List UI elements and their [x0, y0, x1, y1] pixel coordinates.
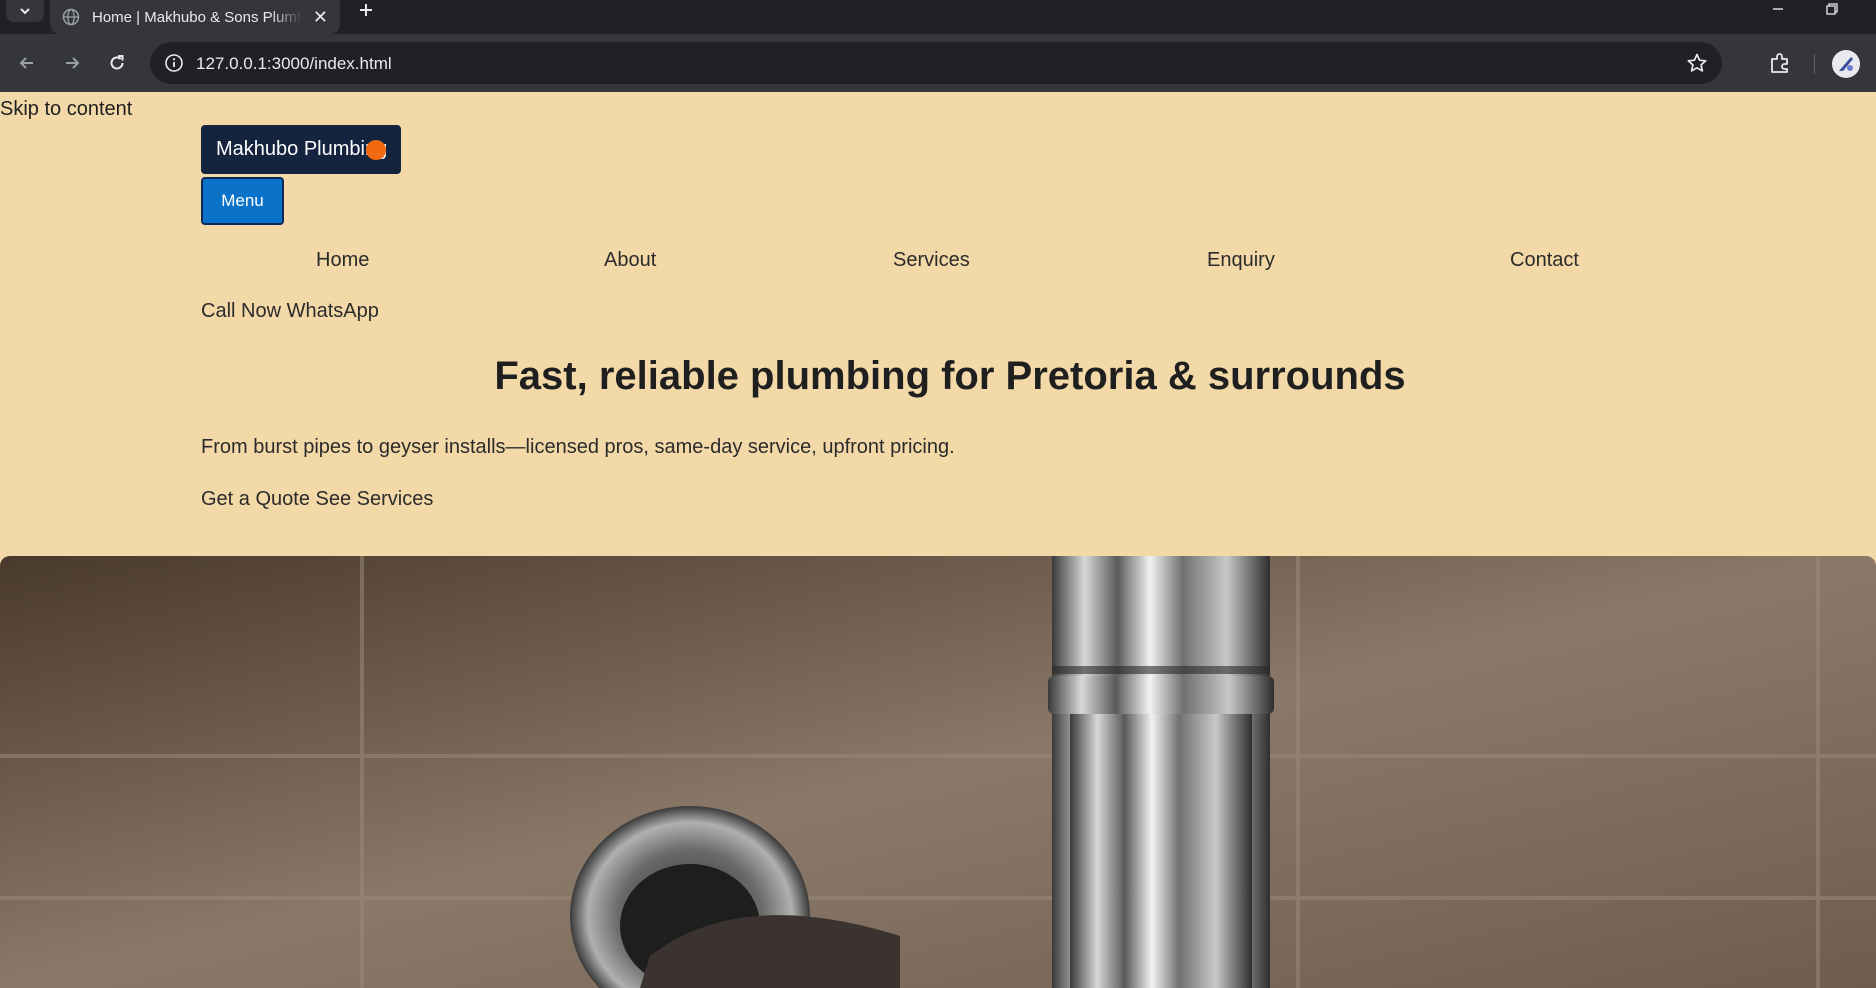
call-now-link[interactable]: Call Now — [201, 300, 281, 322]
brand-dot-icon — [366, 140, 386, 160]
skip-to-content-link[interactable]: Skip to content — [0, 98, 132, 121]
active-tab[interactable]: Home | Makhubo & Sons Plumbing ✕ — [50, 0, 340, 34]
toolbar-separator — [1814, 54, 1815, 74]
nav-link-enquiry[interactable]: Enquiry — [1207, 249, 1275, 272]
menu-button[interactable]: Menu — [201, 177, 284, 225]
reload-icon — [110, 55, 124, 70]
back-arrow-icon — [19, 57, 33, 69]
chevron-down-icon — [20, 8, 30, 15]
restore-icon — [1826, 3, 1838, 15]
hero-lead: From burst pipes to geyser installs—lice… — [201, 436, 955, 458]
back-button[interactable] — [12, 48, 42, 78]
nav-link-home[interactable]: Home — [316, 249, 369, 272]
get-quote-link[interactable]: Get a Quote — [201, 488, 310, 510]
star-icon[interactable] — [1686, 52, 1708, 74]
tab-title: Home | Makhubo & Sons Plumbing — [92, 8, 302, 26]
tab-strip: Home | Makhubo & Sons Plumbing ✕ — [0, 0, 1876, 34]
nav-link-services[interactable]: Services — [893, 249, 970, 272]
url-text[interactable]: 127.0.0.1:3000/index.html — [196, 54, 392, 74]
plus-icon — [360, 4, 372, 16]
profile-glyph-icon — [1839, 57, 1853, 71]
extensions-icon[interactable] — [1767, 50, 1793, 76]
browser-toolbar: 127.0.0.1:3000/index.html — [0, 34, 1876, 92]
page-viewport: Skip to content Makhubo Plumbing Menu Ho… — [0, 92, 1876, 988]
hero-headline: Fast, reliable plumbing for Pretoria & s… — [494, 354, 1406, 398]
address-bar[interactable]: 127.0.0.1:3000/index.html — [150, 42, 1722, 84]
site-info-icon[interactable] — [164, 53, 184, 73]
sink-pipe-photo — [0, 556, 1876, 988]
tab-search-button[interactable] — [6, 0, 44, 22]
minimize-button[interactable] — [1766, 0, 1790, 18]
restore-button[interactable] — [1820, 0, 1844, 18]
reload-button[interactable] — [102, 48, 132, 78]
minimize-icon — [1773, 8, 1783, 10]
whatsapp-link[interactable]: WhatsApp — [287, 300, 379, 322]
new-tab-button[interactable] — [352, 0, 380, 20]
close-icon[interactable]: ✕ — [313, 8, 328, 26]
cta-row: Call Now WhatsApp — [201, 300, 379, 323]
forward-arrow-icon — [66, 57, 80, 69]
hero-image — [0, 556, 1876, 988]
globe-favicon-icon — [62, 8, 80, 26]
see-services-link[interactable]: See Services — [316, 488, 434, 510]
hero-cta-links: Get a Quote See Services — [201, 488, 433, 511]
nav-link-about[interactable]: About — [604, 249, 656, 272]
profile-avatar-icon[interactable] — [1832, 50, 1860, 78]
nav-link-contact[interactable]: Contact — [1510, 249, 1579, 272]
forward-button[interactable] — [57, 48, 87, 78]
